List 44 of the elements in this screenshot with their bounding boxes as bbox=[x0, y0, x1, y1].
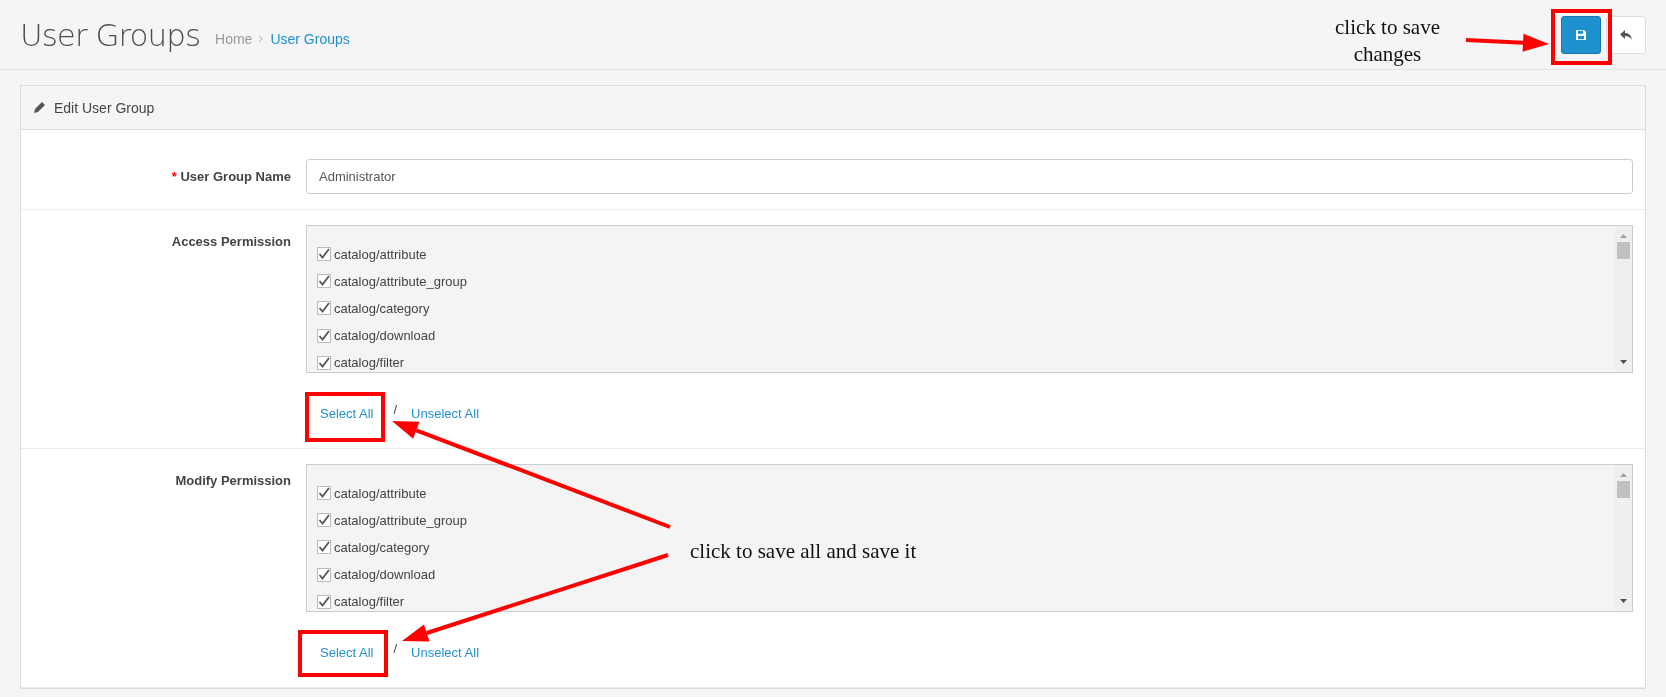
permission-item: catalog/filter bbox=[334, 594, 405, 610]
checkbox[interactable] bbox=[317, 328, 331, 343]
permission-item: catalog/filter bbox=[334, 355, 405, 371]
checkbox[interactable] bbox=[317, 594, 331, 609]
select-all-link[interactable]: Select All bbox=[320, 644, 374, 660]
checkbox[interactable] bbox=[317, 486, 331, 501]
permission-item: catalog/category bbox=[334, 540, 430, 555]
checkbox[interactable] bbox=[317, 355, 331, 370]
field-label: Modify Permission bbox=[175, 473, 291, 488]
field-label: Access Permission bbox=[171, 234, 291, 249]
required-asterisk: * bbox=[171, 169, 177, 184]
permission-item: catalog/attribute bbox=[334, 246, 427, 262]
save-icon bbox=[1575, 28, 1587, 41]
separator: / bbox=[393, 401, 398, 417]
permission-item: catalog/attribute_group bbox=[334, 273, 467, 289]
checkbox[interactable] bbox=[317, 540, 331, 555]
select-all-link[interactable]: Select All bbox=[320, 405, 374, 421]
panel-title: Edit User Group bbox=[54, 99, 155, 116]
highlight-frame bbox=[1551, 9, 1612, 65]
back-button[interactable] bbox=[1606, 15, 1646, 54]
breadcrumb-link[interactable]: Home bbox=[215, 30, 253, 47]
save-button[interactable] bbox=[1561, 15, 1601, 54]
checkbox[interactable] bbox=[317, 247, 331, 262]
unselect-all-link[interactable]: Unselect All bbox=[411, 405, 480, 421]
annotation-text: click to save all and save it bbox=[690, 538, 917, 565]
separator: / bbox=[393, 640, 398, 656]
permission-item: catalog/attribute bbox=[334, 485, 427, 501]
permission-item: catalog/attribute_group bbox=[334, 512, 467, 528]
checkbox[interactable] bbox=[317, 567, 331, 582]
pencil-icon bbox=[33, 101, 46, 114]
checkbox[interactable] bbox=[317, 513, 331, 528]
field-label: User Group Name bbox=[180, 169, 291, 184]
annotation-text: click to save changes bbox=[1335, 14, 1440, 69]
checkbox[interactable] bbox=[317, 274, 331, 289]
permission-item: catalog/download bbox=[334, 328, 436, 344]
permission-item: catalog/category bbox=[334, 301, 430, 316]
reply-icon bbox=[1619, 28, 1633, 41]
checkbox[interactable] bbox=[317, 301, 331, 316]
group-name-field[interactable]: Administrator bbox=[306, 159, 1633, 194]
unselect-all-link[interactable]: Unselect All bbox=[411, 644, 480, 660]
chevron-icon bbox=[258, 34, 265, 43]
permission-item: catalog/download bbox=[334, 567, 436, 583]
breadcrumb-link[interactable]: User Groups bbox=[270, 30, 350, 47]
page-title: User Groups bbox=[20, 16, 201, 53]
